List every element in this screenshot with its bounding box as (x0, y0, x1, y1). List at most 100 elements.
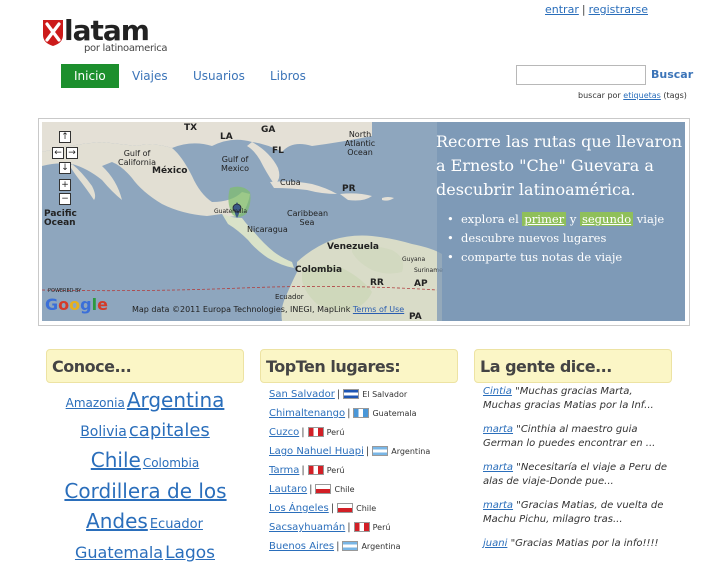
place-country: Chile (334, 485, 355, 494)
list-item: San Salvador | El Salvador (269, 389, 408, 400)
map-label-pr: PR (342, 184, 356, 194)
place-country: Perú (326, 428, 345, 437)
tag-capitales[interactable]: capitales (129, 420, 210, 441)
map-label-gulf-mexico: Gulf of Mexico (221, 155, 249, 173)
map-label-guatemala: Guatemala (214, 208, 248, 215)
register-link[interactable]: registrarse (589, 3, 648, 16)
map-label-venezuela: Venezuela (327, 242, 379, 252)
flag-icon (315, 484, 332, 494)
comment-item: marta "Cinthia al maestro guia German lo… (483, 423, 673, 461)
topten-header: TopTen lugares: (260, 349, 458, 383)
nav-item-viajes[interactable]: Viajes (132, 64, 168, 88)
list-item: Lago Nahuel Huapi | Argentina (269, 446, 431, 457)
map-label-ap: AP (414, 279, 428, 289)
flag-icon (353, 522, 370, 532)
tag-lagos[interactable]: Lagos (165, 543, 215, 563)
flag-icon (307, 465, 324, 475)
tag-cloud: Amazonia Argentina Bolivia capitales Chile… (50, 386, 240, 567)
place-country: El Salvador (362, 390, 408, 399)
flag-icon (337, 503, 354, 513)
place-link[interactable]: Lautaro (269, 484, 307, 495)
comment-user-link[interactable]: marta (483, 424, 513, 435)
overlay-bullets: explora el primer y segundo viaje descub… (447, 210, 685, 267)
terms-of-use-link[interactable]: Terms of Use (353, 305, 404, 314)
overlay-bullet-share: comparte tus notas de viaje (447, 248, 685, 267)
search-hint: buscar por etiquetas (tags) (578, 91, 687, 100)
map-panel: TX LA GA FL North Atlantic Ocean Gulf of… (38, 118, 690, 326)
place-link[interactable]: Buenos Aires (269, 541, 334, 552)
top-links: entrar | registrarse (545, 3, 648, 16)
conoce-header: Conoce... (46, 349, 244, 383)
map-attribution: Map data ©2011 Europa Technologies, INEG… (132, 305, 404, 314)
list-item: Tarma | Perú (269, 465, 345, 476)
map-canvas[interactable]: TX LA GA FL North Atlantic Ocean Gulf of… (42, 122, 685, 321)
tag-guatemala[interactable]: Guatemala (75, 543, 163, 562)
first-trip-link[interactable]: primer (522, 212, 567, 226)
place-link[interactable]: Lago Nahuel Huapi (269, 446, 364, 457)
pan-down-icon[interactable]: ↓ (59, 162, 71, 174)
flag-icon (353, 408, 370, 418)
map-label-pa: PA (409, 312, 422, 321)
gente-header: La gente dice... (474, 349, 672, 383)
top-places-list: San Salvador | El Salvador Chimaltenango | G… (269, 385, 459, 556)
place-link[interactable]: Tarma (269, 465, 299, 476)
place-link[interactable]: Sacsayhuamán (269, 522, 345, 533)
tag-amazonia[interactable]: Amazonia (66, 396, 125, 410)
map-attribution-text: Map data ©2011 Europa Technologies, INEG… (132, 305, 351, 314)
comment-user-link[interactable]: marta (483, 500, 513, 511)
zoom-out-icon[interactable]: − (59, 193, 71, 205)
map-label-gulf-california: Gulf of California (118, 149, 156, 167)
map-label-guyana: Guyana (402, 256, 426, 263)
place-link[interactable]: San Salvador (269, 389, 335, 400)
overlay-bullet-discover: descubre nuevos lugares (447, 229, 685, 248)
second-trip-link[interactable]: segundo (579, 212, 634, 226)
pan-up-icon[interactable]: ↑ (59, 131, 71, 143)
comment-user-link[interactable]: marta (483, 462, 513, 473)
comment-user-link[interactable]: Cintia (483, 386, 512, 397)
tag-argentina[interactable]: Argentina (127, 388, 225, 412)
site-logo[interactable]: latam por latinoamerica (42, 14, 182, 56)
pan-right-icon[interactable]: → (66, 147, 78, 159)
list-item: Cuzco | Perú (269, 427, 345, 438)
pan-left-icon[interactable]: ← (52, 147, 64, 159)
comment-user-link[interactable]: juani (483, 538, 507, 549)
search-hint-suffix: (tags) (663, 91, 687, 100)
flag-icon (343, 389, 360, 399)
tag-chile[interactable]: Chile (91, 448, 141, 472)
list-item: Chimaltenango | Guatemala (269, 408, 417, 419)
map-label-caribbean: Caribbean Sea (287, 209, 329, 227)
map-label-pacific: Pacific Ocean (44, 209, 77, 228)
search-button[interactable]: Buscar (651, 68, 693, 81)
nav-item-usuarios[interactable]: Usuarios (193, 64, 245, 88)
conoce-title: Conoce... (52, 357, 132, 376)
place-country: Argentina (361, 542, 401, 551)
map-label-colombia: Colombia (295, 265, 343, 275)
map-label-ecuador: Ecuador (275, 293, 304, 301)
logo-tagline: por latinoamerica (84, 43, 168, 54)
nav-item-inicio[interactable]: Inicio (61, 64, 119, 88)
place-link[interactable]: Los Ángeles (269, 503, 329, 514)
place-link[interactable]: Cuzco (269, 427, 299, 438)
top-links-separator: | (581, 3, 586, 16)
place-country: Perú (372, 523, 391, 532)
place-country: Chile (356, 504, 377, 513)
map-label-mexico: México (152, 166, 188, 176)
list-item: Lautaro | Chile (269, 484, 355, 495)
login-link[interactable]: entrar (545, 3, 579, 16)
tag-ecuador[interactable]: Ecuador (150, 517, 203, 532)
tag-colombia[interactable]: Colombia (143, 456, 199, 470)
tag-bolivia[interactable]: Bolivia (80, 424, 127, 440)
place-country: Guatemala (372, 409, 417, 418)
place-link[interactable]: Chimaltenango (269, 408, 345, 419)
list-item: Buenos Aires | Argentina (269, 541, 401, 552)
flag-icon (342, 541, 359, 551)
nav-item-libros[interactable]: Libros (270, 64, 306, 88)
search-input[interactable] (516, 65, 646, 85)
tags-link[interactable]: etiquetas (623, 91, 661, 100)
google-logo[interactable]: Google (45, 295, 108, 314)
place-country: Argentina (391, 447, 431, 456)
map-label-nicaragua: Nicaragua (247, 225, 288, 234)
zoom-in-icon[interactable]: + (59, 179, 71, 191)
explore-and: y (569, 212, 577, 226)
explore-suffix: viaje (636, 212, 665, 226)
